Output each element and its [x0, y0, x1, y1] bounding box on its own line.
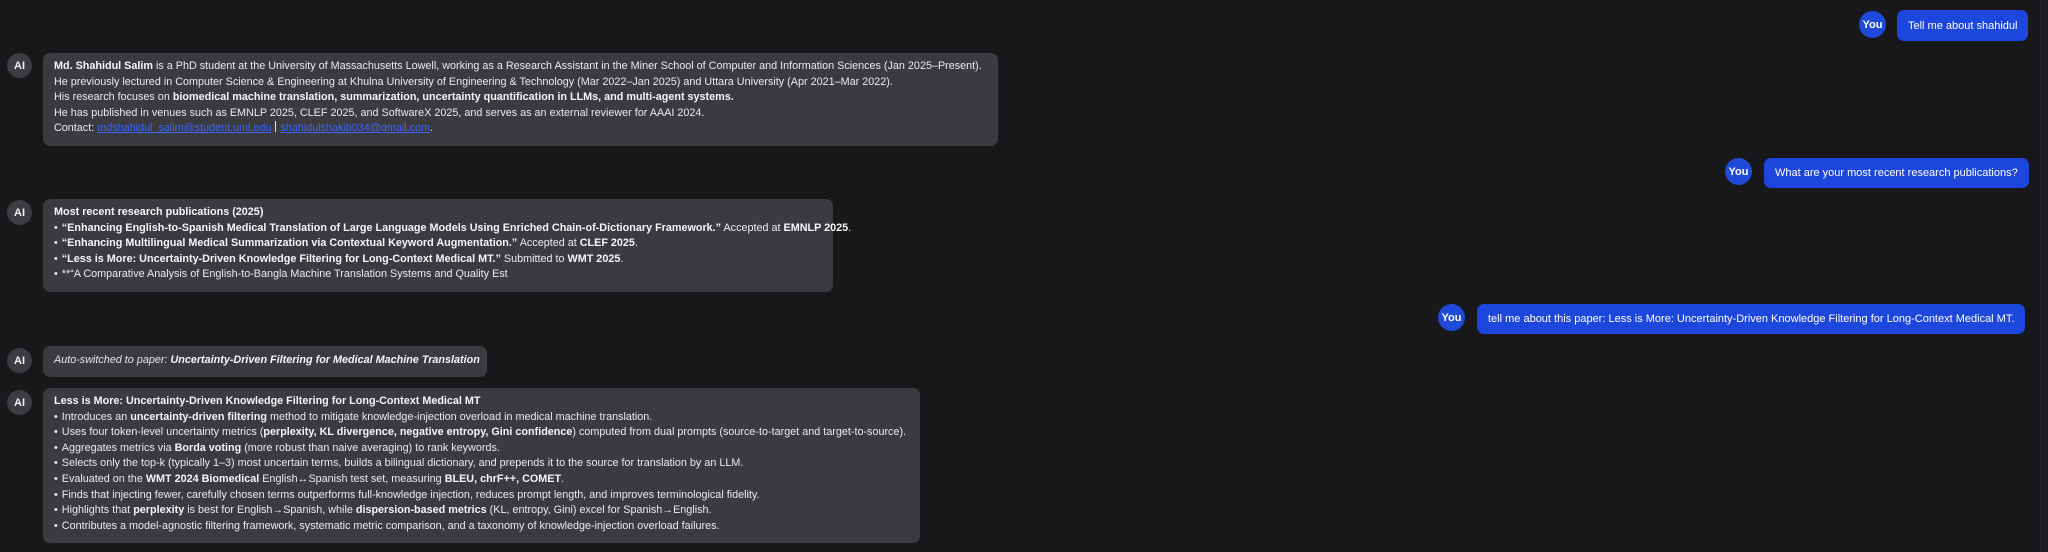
note-prefix: Auto-switched to paper: [54, 354, 171, 366]
auto-switch-note: Auto-switched to paper: Uncertainty-Driv… [43, 346, 487, 377]
user-avatar: You [1859, 11, 1886, 38]
publication-venue: EMNLP 2025 [783, 221, 849, 234]
text: Uses four token-level uncertainty metric… [61, 426, 264, 439]
user-message-bubble: tell me about this paper: Less is More: … [1477, 304, 2026, 334]
publication-venue: CLEF 2025 [579, 237, 635, 250]
list-item: Uses four token-level uncertainty metric… [54, 425, 910, 441]
list-item: Finds that injecting fewer, carefully ch… [54, 488, 910, 504]
email-link-primary[interactable]: mdshahidul_salim@student.uml.edu [97, 122, 271, 134]
paper-summary-list: Introduces an uncertainty-driven filteri… [54, 410, 910, 535]
paper-name: Uncertainty-Driven Filtering for Medical… [170, 354, 480, 366]
person-name: Md. Shahidul Salim [54, 60, 153, 72]
list-item: Introduces an uncertainty-driven filteri… [54, 410, 910, 426]
text: (more robust than naive averaging) to ra… [241, 441, 500, 454]
list-item: Evaluated on the WMT 2024 Biomedical Eng… [54, 472, 910, 488]
contact-label: Contact: [54, 122, 98, 135]
contact-end: . [430, 122, 434, 135]
punct: . [848, 221, 852, 234]
publication-status: Submitted to [500, 252, 568, 265]
email-link-secondary[interactable]: shahidulshakib034@gmail.com [280, 122, 430, 134]
list-item: Selects only the top-k (typically 1–3) m… [54, 456, 910, 472]
user-avatar: You [1725, 158, 1752, 185]
text: . [561, 472, 565, 485]
ai-message-bubble: Most recent research publications (2025)… [43, 199, 851, 292]
user-message-bubble: Tell me about shahidul [1897, 10, 2029, 41]
text: method to mitigate knowledge-injection o… [267, 410, 653, 423]
publication-status: Accepted at [721, 221, 784, 234]
text: Aggregates metrics via [61, 441, 175, 454]
emphasis: perplexity, KL divergence, negative entr… [263, 426, 573, 439]
text: Evaluated on the [61, 472, 146, 485]
list-heading: Most recent research publications (2025) [54, 205, 823, 221]
bio-text: is a PhD student at the University of Ma… [152, 60, 982, 72]
heading-text: Most recent research publications (2025) [54, 206, 264, 218]
ai-avatar: AI [7, 348, 32, 373]
punct: . [634, 237, 638, 250]
list-item: Highlights that perplexity is best for E… [54, 503, 910, 519]
text: Introduces an [61, 410, 131, 423]
emphasis: uncertainty-driven filtering [130, 410, 267, 423]
emphasis: perplexity [133, 504, 185, 517]
list-item: “Less is More: Uncertainty-Driven Knowle… [54, 252, 823, 268]
publication-venue: WMT 2025 [567, 252, 621, 265]
user-message-bubble: What are your most recent research publi… [1764, 158, 2029, 188]
list-item: Contributes a model-agnostic filtering f… [54, 519, 910, 535]
contact-line: Contact: mdshahidul_salim@student.uml.ed… [54, 121, 988, 137]
punct: . [620, 252, 624, 265]
ai-avatar: AI [7, 53, 32, 78]
publication-status: Accepted at [517, 237, 580, 250]
publication-title: “Enhancing Multilingual Medical Summariz… [61, 237, 518, 250]
text: is best for English→Spanish, while [184, 504, 356, 517]
publication-title: “Less is More: Uncertainty-Driven Knowle… [61, 252, 501, 265]
message-line: He has published in venues such as EMNLP… [54, 106, 705, 119]
emphasis: dispersion-based metrics [355, 504, 487, 517]
ai-avatar: AI [7, 390, 32, 415]
message-line: His research focuses on biomedical machi… [54, 90, 988, 106]
emphasis: WMT 2024 Biomedical [145, 472, 260, 485]
publication-title: **“A Comparative Analysis of English-to-… [61, 268, 508, 281]
emphasis: BLEU, chrF++, COMET [444, 472, 562, 485]
emphasis: Borda voting [174, 441, 242, 454]
ai-message-bubble: Md. Shahidul Salim is a PhD student at t… [43, 53, 998, 146]
message-line: Md. Shahidul Salim is a PhD student at t… [54, 59, 988, 75]
publication-list: “Enhancing English-to-Spanish Medical Tr… [54, 221, 851, 283]
heading-text: Less is More: Uncertainty-Driven Knowled… [54, 395, 481, 407]
ai-message-bubble: Less is More: Uncertainty-Driven Knowled… [43, 388, 920, 543]
list-item: **“A Comparative Analysis of English-to-… [54, 267, 823, 283]
list-item: Aggregates metrics via Borda voting (mor… [54, 441, 910, 457]
research-topics: biomedical machine translation, summariz… [172, 91, 734, 104]
text: English↔Spanish test set, measuring [259, 472, 445, 485]
user-avatar: You [1438, 304, 1465, 331]
text: ) computed from dual prompts (source-to-… [572, 426, 907, 439]
list-item: “Enhancing Multilingual Medical Summariz… [54, 236, 823, 252]
separator [275, 121, 277, 133]
paper-heading: Less is More: Uncertainty-Driven Knowled… [54, 394, 910, 410]
list-item: “Enhancing English-to-Spanish Medical Tr… [54, 221, 851, 237]
ai-avatar: AI [7, 200, 32, 225]
scrollbar[interactable] [2040, 0, 2048, 552]
text: (KL, entropy, Gini) excel for Spanish→En… [486, 504, 712, 517]
message-line: He previously lectured in Computer Scien… [54, 75, 893, 88]
publication-title: “Enhancing English-to-Spanish Medical Tr… [61, 221, 722, 234]
research-intro: His research focuses on [54, 91, 173, 104]
text: Highlights that [61, 504, 134, 517]
